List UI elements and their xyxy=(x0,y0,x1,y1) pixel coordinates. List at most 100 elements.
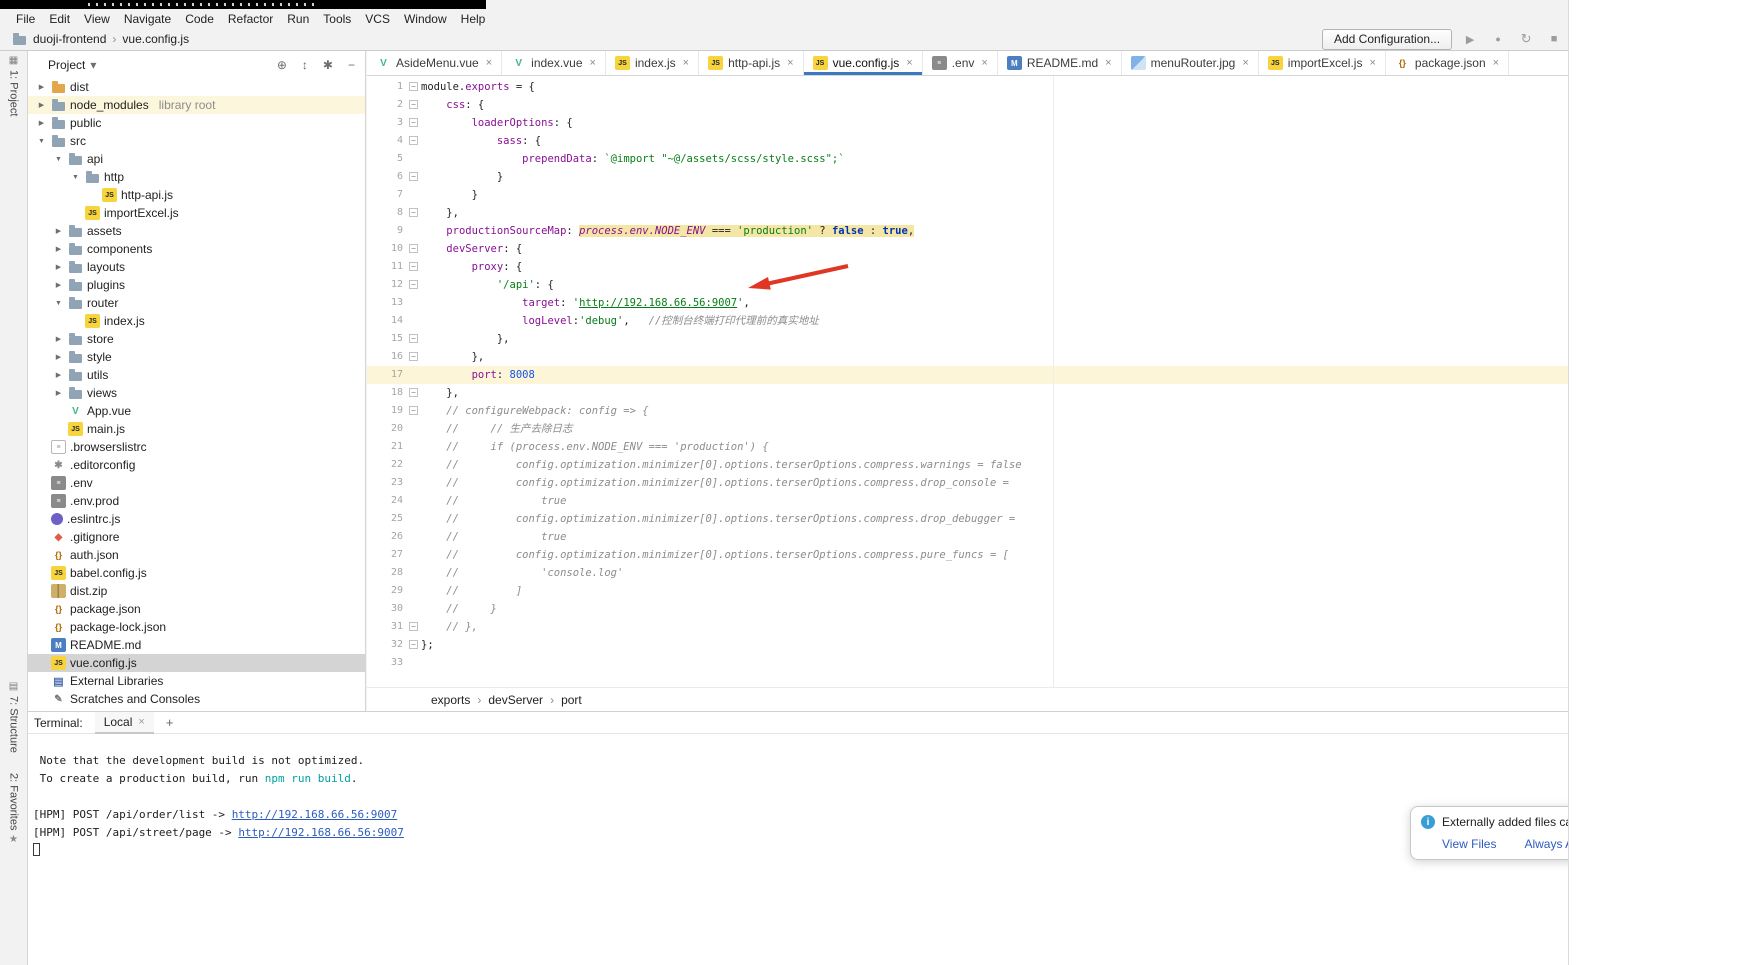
editor-tab-vue.config.js[interactable]: vue.config.js xyxy=(804,51,923,75)
editor-tab-menuRouter.jpg[interactable]: menuRouter.jpg xyxy=(1122,51,1259,75)
editor-tab-package.json[interactable]: package.json xyxy=(1386,51,1509,75)
menu-item-tools[interactable]: Tools xyxy=(316,12,358,26)
fold-marker-icon[interactable] xyxy=(406,276,421,294)
close-icon[interactable] xyxy=(590,57,596,69)
tree-item[interactable]: auth.json xyxy=(28,546,365,564)
close-icon[interactable] xyxy=(1369,57,1375,69)
chevron-down-icon[interactable] xyxy=(90,58,96,72)
tree-item[interactable]: App.vue xyxy=(28,402,365,420)
tree-item[interactable]: utils xyxy=(28,366,365,384)
tree-item[interactable]: dist xyxy=(28,78,365,96)
tree-item[interactable]: plugins xyxy=(28,276,365,294)
chevron-collapsed-icon[interactable] xyxy=(53,389,64,397)
tree-item[interactable]: node_moduleslibrary root xyxy=(28,96,365,114)
close-icon[interactable] xyxy=(138,716,144,728)
code-line[interactable]: 19 // configureWebpack: config => { xyxy=(367,402,1743,420)
code-line[interactable]: 18 }, xyxy=(367,384,1743,402)
tool-window-project[interactable]: 1: Project xyxy=(0,55,27,116)
code-line[interactable]: 13 target: 'http://192.168.66.56:9007', xyxy=(367,294,1743,312)
close-icon[interactable] xyxy=(906,57,912,69)
run-icon[interactable] xyxy=(1460,33,1480,46)
code-editor[interactable]: 1module.exports = {2 css: {3 loaderOptio… xyxy=(367,76,1743,687)
close-icon[interactable] xyxy=(486,57,492,69)
editor-tab-http-api.js[interactable]: http-api.js xyxy=(699,51,803,75)
chevron-collapsed-icon[interactable] xyxy=(53,227,64,235)
editor-breadcrumb-port[interactable]: port xyxy=(561,693,582,707)
code-line[interactable]: 21 // if (process.env.NODE_ENV === 'prod… xyxy=(367,438,1743,456)
terminal-cursor[interactable] xyxy=(33,843,40,856)
code-line[interactable]: 32}; xyxy=(367,636,1743,654)
fold-marker-icon[interactable] xyxy=(406,96,421,114)
fold-marker-icon[interactable] xyxy=(406,132,421,150)
close-icon[interactable] xyxy=(1493,57,1499,69)
chevron-expanded-icon[interactable] xyxy=(36,138,47,145)
menu-item-vcs[interactable]: VCS xyxy=(358,12,397,26)
code-line[interactable]: 20 // // 生产去除日志 xyxy=(367,420,1743,438)
chevron-expanded-icon[interactable] xyxy=(53,300,64,307)
notification-action-view-files[interactable]: View Files xyxy=(1442,837,1496,851)
code-line[interactable]: 25 // config.optimization.minimizer[0].o… xyxy=(367,510,1743,528)
tree-item[interactable]: .env.prod xyxy=(28,492,365,510)
tree-item[interactable]: src xyxy=(28,132,365,150)
chevron-collapsed-icon[interactable] xyxy=(53,335,64,343)
menu-item-refactor[interactable]: Refactor xyxy=(221,12,280,26)
code-line[interactable]: 33 xyxy=(367,654,1743,672)
chevron-collapsed-icon[interactable] xyxy=(53,353,64,361)
editor-tab-README.md[interactable]: README.md xyxy=(998,51,1122,75)
tree-item[interactable]: style xyxy=(28,348,365,366)
code-line[interactable]: 16 }, xyxy=(367,348,1743,366)
tree-item[interactable]: assets xyxy=(28,222,365,240)
tree-item[interactable]: views xyxy=(28,384,365,402)
chevron-collapsed-icon[interactable] xyxy=(36,83,47,91)
menu-item-run[interactable]: Run xyxy=(280,12,316,26)
code-line[interactable]: 4 sass: { xyxy=(367,132,1743,150)
code-line[interactable]: 14 logLevel:'debug', //控制台终端打印代理前的真实地址 xyxy=(367,312,1743,330)
code-line[interactable]: 27 // config.optimization.minimizer[0].o… xyxy=(367,546,1743,564)
code-line[interactable]: 24 // true xyxy=(367,492,1743,510)
new-terminal-icon[interactable] xyxy=(166,715,174,730)
editor-tab-importExcel.js[interactable]: importExcel.js xyxy=(1259,51,1386,75)
code-line[interactable]: 29 // ] xyxy=(367,582,1743,600)
tree-item[interactable]: importExcel.js xyxy=(28,204,365,222)
tree-item[interactable]: External Libraries xyxy=(28,672,365,690)
chevron-collapsed-icon[interactable] xyxy=(53,263,64,271)
editor-tab-AsideMenu.vue[interactable]: AsideMenu.vue xyxy=(367,51,502,75)
fold-marker-icon[interactable] xyxy=(406,78,421,96)
tree-item[interactable]: .eslintrc.js xyxy=(28,510,365,528)
code-line[interactable]: 30 // } xyxy=(367,600,1743,618)
menu-item-view[interactable]: View xyxy=(77,12,117,26)
editor-tab-.env[interactable]: .env xyxy=(923,51,998,75)
code-line[interactable]: 8 }, xyxy=(367,204,1743,222)
menu-item-navigate[interactable]: Navigate xyxy=(117,12,178,26)
close-icon[interactable] xyxy=(1242,57,1248,69)
tree-item[interactable]: .editorconfig xyxy=(28,456,365,474)
tree-item[interactable]: README.md xyxy=(28,636,365,654)
code-line[interactable]: 23 // config.optimization.minimizer[0].o… xyxy=(367,474,1743,492)
tree-item[interactable]: package-lock.json xyxy=(28,618,365,636)
chevron-collapsed-icon[interactable] xyxy=(53,371,64,379)
code-line[interactable]: 1module.exports = { xyxy=(367,78,1743,96)
code-line[interactable]: 31 // }, xyxy=(367,618,1743,636)
code-line[interactable]: 26 // true xyxy=(367,528,1743,546)
fold-marker-icon[interactable] xyxy=(406,384,421,402)
code-line[interactable]: 3 loaderOptions: { xyxy=(367,114,1743,132)
project-panel-title[interactable]: Project xyxy=(48,58,85,72)
menu-item-help[interactable]: Help xyxy=(454,12,493,26)
close-icon[interactable] xyxy=(683,57,689,69)
debug-icon[interactable] xyxy=(1488,33,1508,45)
tree-item[interactable]: router xyxy=(28,294,365,312)
menu-item-window[interactable]: Window xyxy=(397,12,454,26)
tree-item[interactable]: store xyxy=(28,330,365,348)
code-line[interactable]: 11 proxy: { xyxy=(367,258,1743,276)
tree-item[interactable]: http xyxy=(28,168,365,186)
tree-item[interactable]: Scratches and Consoles xyxy=(28,690,365,708)
breadcrumb-project[interactable]: duoji-frontend xyxy=(33,32,106,46)
tree-item[interactable]: vue.config.js xyxy=(28,654,365,672)
chevron-collapsed-icon[interactable] xyxy=(36,119,47,127)
tree-item[interactable]: .browserslistrc xyxy=(28,438,365,456)
tree-item[interactable]: babel.config.js xyxy=(28,564,365,582)
tree-item[interactable]: .gitignore xyxy=(28,528,365,546)
fold-marker-icon[interactable] xyxy=(406,240,421,258)
tree-item[interactable]: components xyxy=(28,240,365,258)
chevron-expanded-icon[interactable] xyxy=(70,174,81,181)
